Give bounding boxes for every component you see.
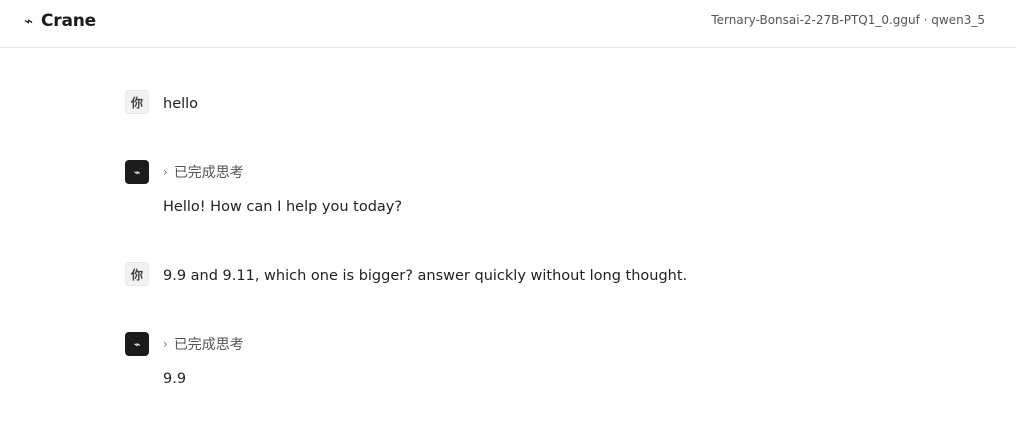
user-avatar: 你: [125, 262, 149, 286]
assistant-avatar: ⌁: [125, 332, 149, 356]
crane-logo-icon: ⌁: [24, 11, 34, 30]
user-avatar: 你: [125, 90, 149, 114]
message-text: 9.9 and 9.11, which one is bigger? answe…: [163, 268, 688, 284]
thinking-label: 已完成思考: [173, 337, 244, 353]
message-text: Hello! How can I help you today?: [163, 199, 403, 215]
thinking-toggle[interactable]: › 已完成思考: [163, 334, 244, 354]
message-text: hello: [163, 96, 199, 112]
chevron-right-icon: ›: [163, 337, 168, 351]
assistant-avatar: ⌁: [125, 160, 149, 184]
brand[interactable]: ⌁ Crane: [24, 10, 96, 32]
chevron-right-icon: ›: [163, 165, 168, 179]
message-text: 9.9: [163, 371, 187, 387]
model-info: Ternary-Bonsai-2-27B-PTQ1_0.gguf · qwen3…: [711, 13, 985, 27]
top-bar: ⌁ Crane Ternary-Bonsai-2-27B-PTQ1_0.gguf…: [0, 0, 1016, 48]
thinking-label: 已完成思考: [173, 165, 244, 181]
thinking-toggle[interactable]: › 已完成思考: [163, 162, 244, 182]
brand-name: Crane: [41, 11, 96, 31]
